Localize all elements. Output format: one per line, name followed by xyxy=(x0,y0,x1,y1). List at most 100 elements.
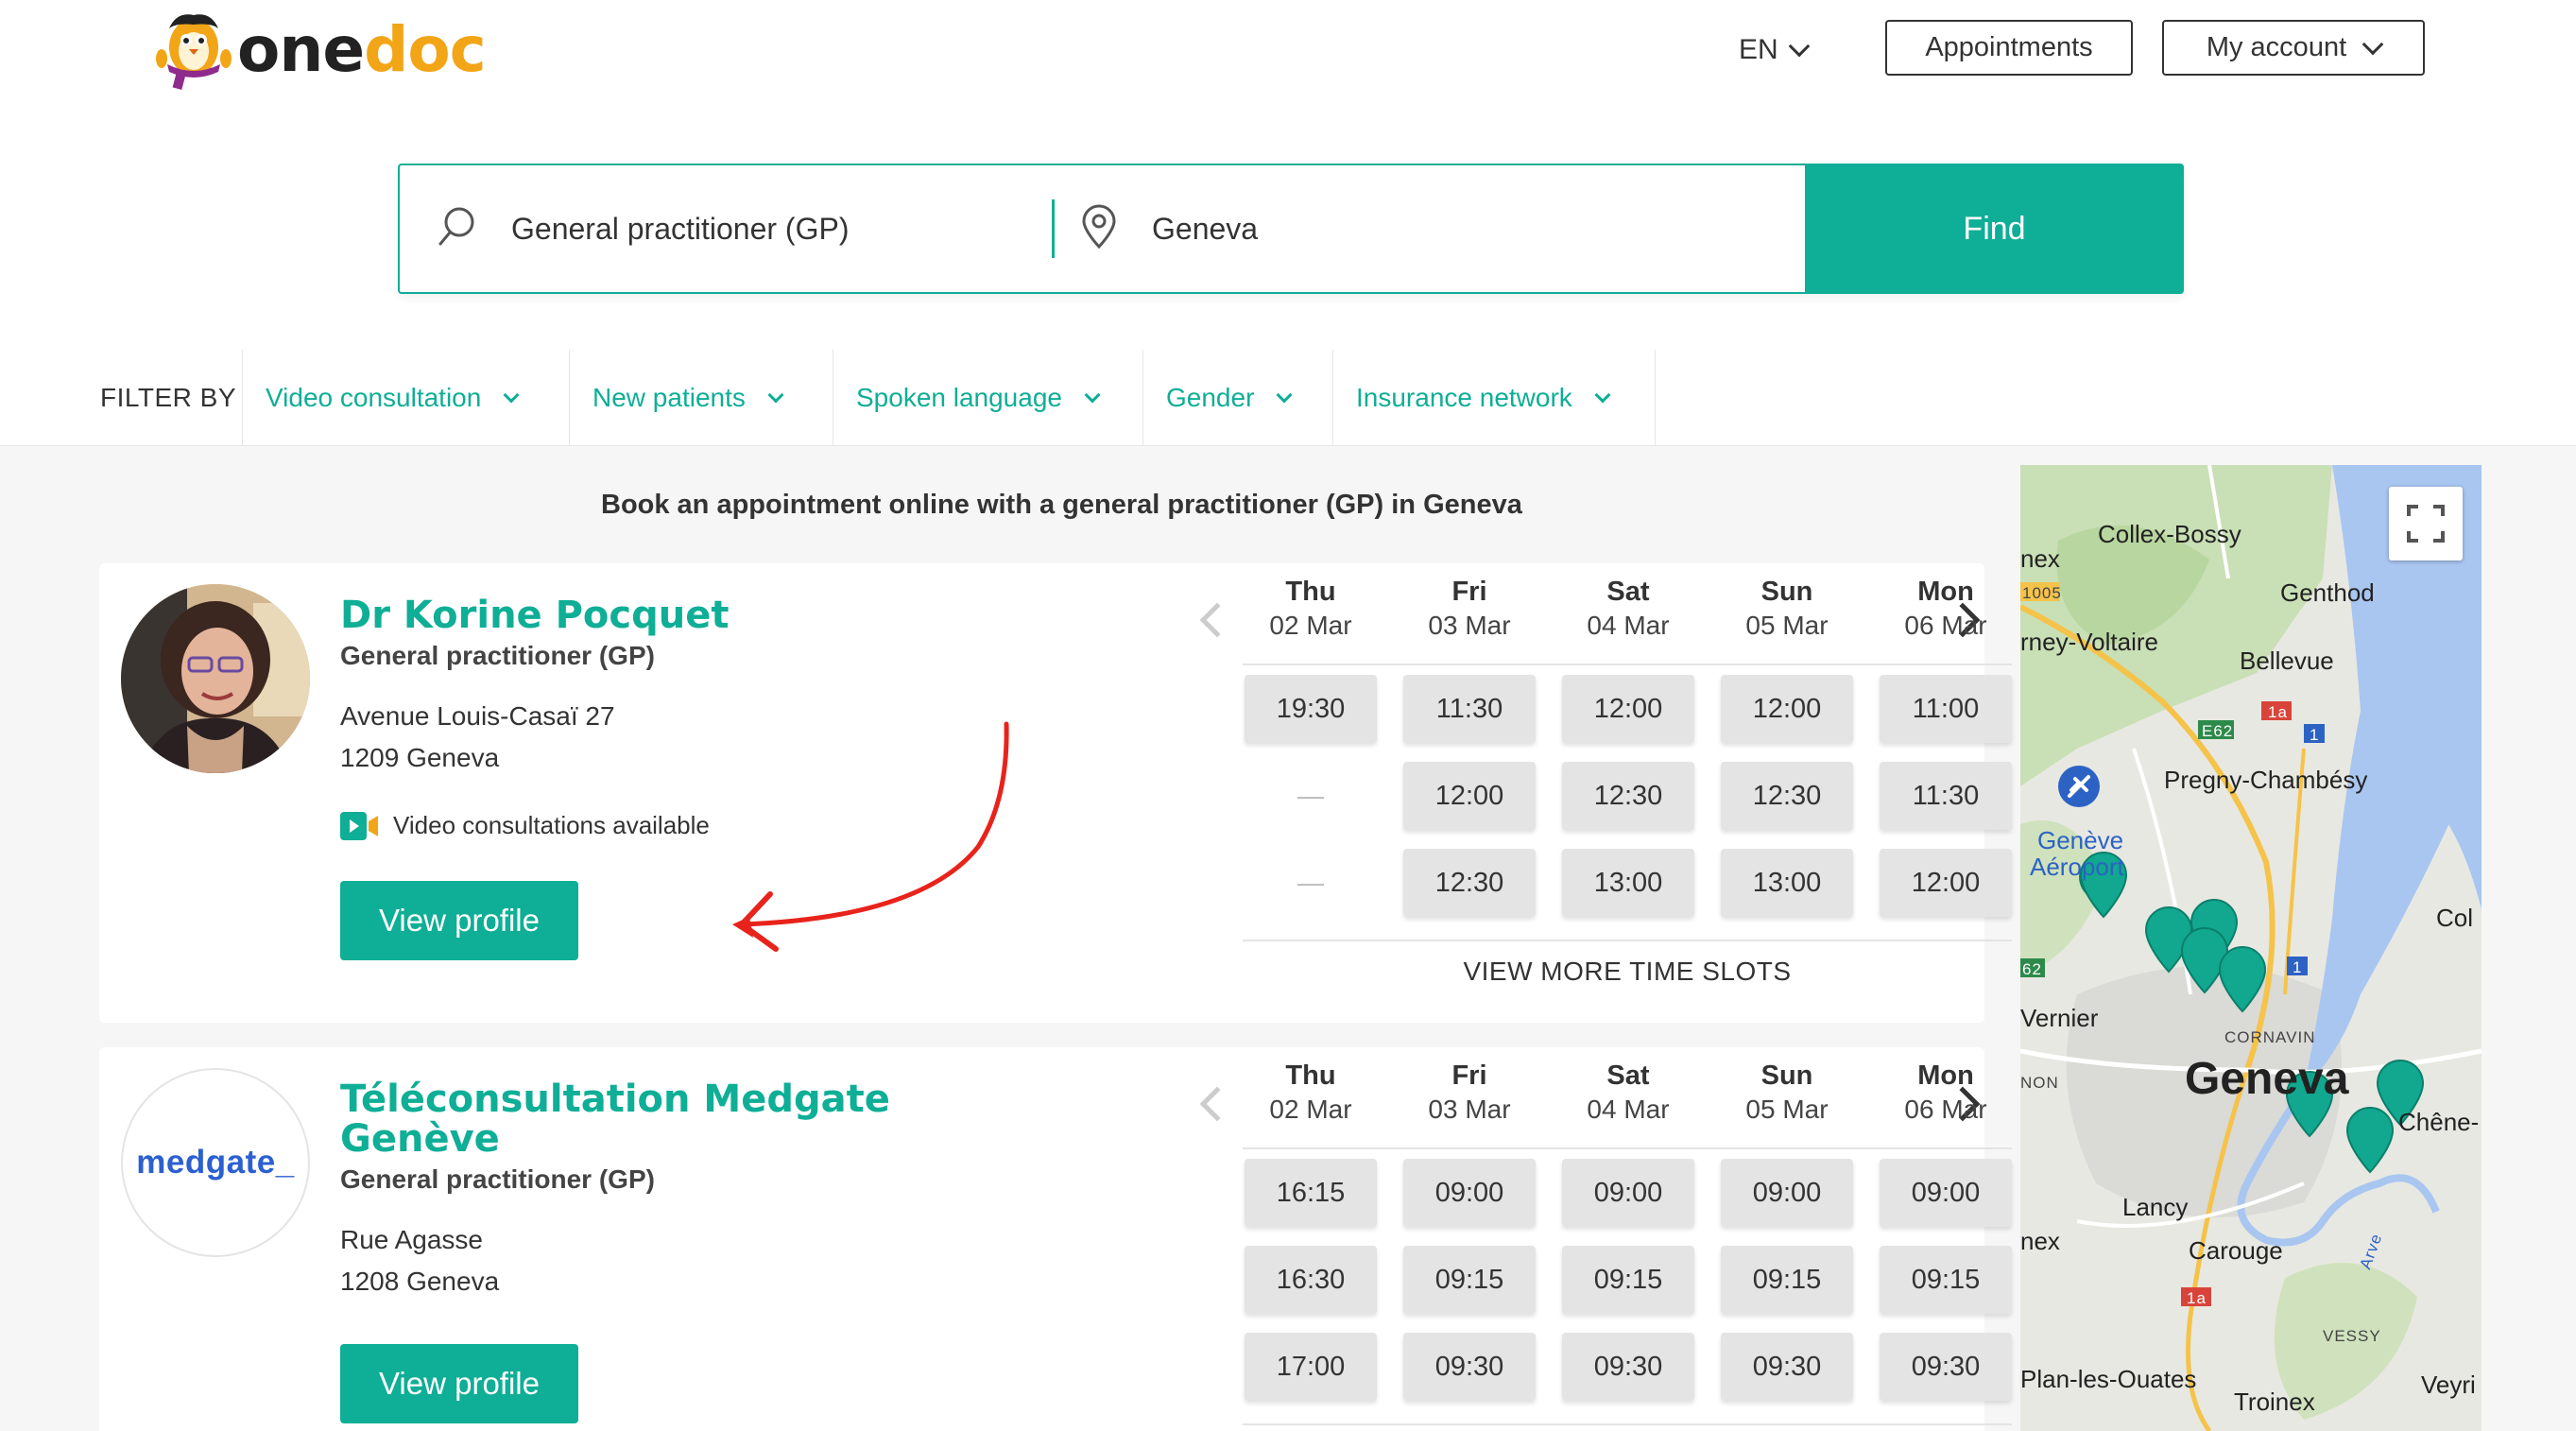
find-button[interactable]: Find xyxy=(1805,164,2184,294)
results-area: Book an appointment online with a genera… xyxy=(0,446,2576,1431)
time-slot[interactable]: 12:30 xyxy=(1403,849,1536,917)
map-label: Chêne- xyxy=(2398,1108,2480,1136)
time-slot[interactable]: 09:30 xyxy=(1403,1333,1536,1401)
time-slot[interactable]: 09:00 xyxy=(1403,1159,1536,1227)
filter-spoken-language[interactable]: Spoken language xyxy=(833,350,1101,446)
time-slot[interactable]: 09:30 xyxy=(1880,1333,2012,1401)
day-header: Sun 05 Mar xyxy=(1721,1047,1853,1130)
time-slot[interactable]: 12:00 xyxy=(1721,675,1853,743)
day-date: 03 Mar xyxy=(1428,611,1511,640)
calendar-divider xyxy=(1243,940,2012,941)
day-name: Sun xyxy=(1760,577,1813,607)
calendar-prev-button[interactable] xyxy=(1191,592,1235,648)
logo-wordmark: onedoc xyxy=(237,13,487,86)
filter-insurance-network[interactable]: Insurance network xyxy=(1332,350,1611,446)
time-slot[interactable]: 11:00 xyxy=(1880,675,2012,743)
results-heading: Book an appointment online with a genera… xyxy=(601,490,1522,520)
doctor-name-link[interactable]: Dr Korine Pocquet xyxy=(340,595,926,635)
day-date: 04 Mar xyxy=(1587,611,1670,640)
fullscreen-icon xyxy=(2407,505,2445,543)
map-label: Genève xyxy=(2037,826,2124,854)
road-shield-label: 1a xyxy=(2187,1289,2207,1307)
doctor-specialty: General practitioner (GP) xyxy=(340,641,655,670)
road-shield-label: 1a xyxy=(2268,703,2288,721)
time-slot[interactable]: 11:30 xyxy=(1880,762,2012,830)
map-fullscreen-button[interactable] xyxy=(2389,487,2463,560)
calendar-divider xyxy=(1243,664,2012,665)
filter-new-patients[interactable]: New patients xyxy=(569,350,784,446)
filter-divider xyxy=(1655,350,1656,446)
road-shield-label: 1 xyxy=(2310,726,2320,744)
day-date: 04 Mar xyxy=(1587,1095,1670,1124)
day-date: 05 Mar xyxy=(1745,1095,1829,1124)
doctor-name-link[interactable]: Téléconsultation Medgate Genève xyxy=(340,1079,926,1159)
time-slot[interactable]: 12:00 xyxy=(1880,849,2012,917)
filter-gender[interactable]: Gender xyxy=(1142,350,1293,446)
chevron-down-icon xyxy=(1788,35,1811,58)
time-slot[interactable]: 09:15 xyxy=(1721,1246,1853,1314)
time-slot[interactable]: 12:00 xyxy=(1403,762,1536,830)
time-slot[interactable]: 13:00 xyxy=(1562,849,1694,917)
map-label: nex xyxy=(2020,544,2060,573)
day-header: Mon 06 Mar xyxy=(1880,563,2012,647)
doctor-avatar[interactable] xyxy=(121,584,310,773)
filter-video-consultation[interactable]: Video consultation xyxy=(242,350,520,446)
time-slot[interactable]: 09:00 xyxy=(1562,1159,1694,1227)
annotation-arrow-icon xyxy=(732,721,1009,952)
doctor-specialty: General practitioner (GP) xyxy=(340,1164,655,1194)
filter-label: New patients xyxy=(592,383,746,412)
day-name: Sat xyxy=(1606,1060,1650,1091)
time-slot[interactable]: 19:30 xyxy=(1245,675,1377,743)
time-slot[interactable]: 09:15 xyxy=(1403,1246,1536,1314)
time-slot[interactable]: 09:15 xyxy=(1880,1246,2012,1314)
video-camera-icon xyxy=(340,811,378,840)
day-header: Thu 02 Mar xyxy=(1245,563,1377,647)
day-date: 03 Mar xyxy=(1428,1095,1511,1124)
specialty-input[interactable] xyxy=(511,211,1040,247)
onedoc-logo[interactable]: onedoc xyxy=(156,8,487,93)
appointments-button[interactable]: Appointments xyxy=(1885,20,2133,76)
chevron-left-icon xyxy=(1199,1086,1235,1122)
time-slot[interactable]: 12:30 xyxy=(1721,762,1853,830)
medgate-avatar[interactable]: medgate_ xyxy=(121,1068,310,1257)
view-more-slots-link[interactable]: VIEW MORE TIME SLOTS xyxy=(1243,957,2012,987)
doctor-card: Dr Korine Pocquet General practitioner (… xyxy=(99,563,2012,1023)
day-header: Sun 05 Mar xyxy=(1721,563,1853,647)
specialty-search[interactable] xyxy=(400,165,1054,292)
chevron-down-icon xyxy=(1084,387,1101,404)
time-slot[interactable]: 09:30 xyxy=(1562,1333,1694,1401)
map-label: VESSY xyxy=(2323,1327,2381,1345)
road-shield-label: 62 xyxy=(2022,960,2042,978)
view-profile-button[interactable]: View profile xyxy=(340,881,578,960)
time-slot[interactable]: 16:30 xyxy=(1245,1246,1377,1314)
time-slot[interactable]: 12:00 xyxy=(1562,675,1694,743)
my-account-button[interactable]: My account xyxy=(2162,20,2425,76)
time-slot[interactable]: 12:30 xyxy=(1562,762,1694,830)
map-label: Carouge xyxy=(2189,1236,2283,1265)
filter-by-label: FILTER BY xyxy=(100,383,237,412)
medgate-logo: medgate_ xyxy=(136,1144,295,1181)
day-date: 06 Mar xyxy=(1904,1095,1987,1124)
time-slot[interactable]: 11:30 xyxy=(1403,675,1536,743)
results-map[interactable]: Collex-Bossy Genthod Bellevue rney-Volta… xyxy=(2020,465,2482,1431)
calendar-prev-button[interactable] xyxy=(1191,1076,1235,1132)
time-slot[interactable]: 16:15 xyxy=(1245,1159,1377,1227)
time-slot[interactable]: 09:00 xyxy=(1880,1159,2012,1227)
map-label: Collex-Bossy xyxy=(2098,520,2241,548)
time-slot[interactable]: 13:00 xyxy=(1721,849,1853,917)
address-street: Rue Agasse xyxy=(340,1225,483,1254)
map-label: Lancy xyxy=(2122,1193,2189,1221)
chevron-down-icon xyxy=(2361,33,2384,55)
location-input[interactable] xyxy=(1152,211,1813,247)
penguin-mascot-icon xyxy=(156,9,232,91)
view-profile-button[interactable]: View profile xyxy=(340,1344,578,1423)
day-header: Sat 04 Mar xyxy=(1562,563,1694,647)
map-label: Col xyxy=(2436,904,2474,932)
time-slot[interactable]: 17:00 xyxy=(1245,1333,1377,1401)
chevron-down-icon xyxy=(1594,387,1611,404)
language-selector[interactable]: EN xyxy=(1739,26,1811,74)
time-slot[interactable]: 09:30 xyxy=(1721,1333,1853,1401)
time-slot[interactable]: 09:00 xyxy=(1721,1159,1853,1227)
road-shield-label: E62 xyxy=(2202,722,2234,740)
time-slot[interactable]: 09:15 xyxy=(1562,1246,1694,1314)
